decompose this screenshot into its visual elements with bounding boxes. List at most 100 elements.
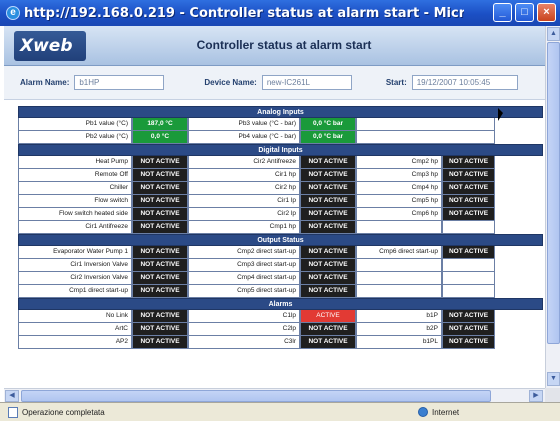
status-label: Flow switch heated side [18,208,132,221]
status-grid: Analog Inputs Pb1 value (°C) 187,0 °C Pb3 v… [18,106,543,349]
status-label: Cmp3 direct start-up [188,259,300,272]
status-value: NOT ACTIVE [442,156,495,169]
status-label: Pb1 value (°C) [18,118,132,131]
status-value: NOT ACTIVE [132,336,188,349]
status-value: NOT ACTIVE [442,182,495,195]
device-name-field[interactable]: new-IC261L [261,75,352,90]
table-row: Evaporator Water Pump 1 NOT ACTIVE Cmp2 di… [18,246,543,259]
status-value: NOT ACTIVE [300,336,356,349]
page-done-icon [8,406,18,418]
table-row: Heat Pump NOT ACTIVE Cir2 Antifreeze NOT AC… [18,156,543,169]
table-row: Flow switch NOT ACTIVE Cir1 lp NOT ACTIVE Cm… [18,195,543,208]
empty-cell [356,118,495,131]
status-label: Cir2 Antifreeze [188,156,300,169]
close-button[interactable]: × [537,3,556,22]
status-value: NOT ACTIVE [132,221,188,234]
status-value: ACTIVE [300,310,356,323]
table-row: Remote Off NOT ACTIVE Cir1 hp NOT ACTIVE Cmp… [18,169,543,182]
xweb-logo: Xweb [14,30,86,61]
empty-cell [356,131,495,144]
status-label: Cmp4 direct start-up [188,272,300,285]
status-value: NOT ACTIVE [132,195,188,208]
status-value: NOT ACTIVE [442,323,495,336]
scroll-up-arrow-icon[interactable]: ▲ [547,27,560,41]
internet-explorer-icon: e [6,6,20,20]
status-label: Cir2 lp [188,208,300,221]
status-value: NOT ACTIVE [442,169,495,182]
status-value: NOT ACTIVE [132,259,188,272]
status-value: NOT ACTIVE [300,246,356,259]
status-value: NOT ACTIVE [442,195,495,208]
horizontal-scrollbar[interactable]: ◀ ▶ [4,388,545,402]
status-label: Cmp2 direct start-up [188,246,300,259]
vertical-scroll-thumb[interactable] [547,42,560,344]
horizontal-scroll-thumb[interactable] [21,390,491,402]
mouse-cursor-icon [498,108,503,121]
status-label: Chiller [18,182,132,195]
empty-cell [356,272,442,285]
status-value: NOT ACTIVE [300,285,356,298]
status-label: b1P [356,310,442,323]
status-label: Cmp5 direct start-up [188,285,300,298]
table-row: Pb2 value (°C) 0,0 °C Pb4 value (°C - bar)… [18,131,543,144]
status-message: Operazione completata [22,407,105,417]
status-bar: Operazione completata Internet [0,402,560,421]
scroll-left-arrow-icon[interactable]: ◀ [5,390,19,402]
status-value: NOT ACTIVE [300,221,356,234]
status-label: Cir1 hp [188,169,300,182]
status-value: NOT ACTIVE [132,272,188,285]
status-value: 0,0 °C [132,131,188,144]
status-label: Evaporator Water Pump 1 [18,246,132,259]
section-header-alarms: Alarms [18,298,543,310]
alarm-name-label: Alarm Name: [20,78,70,87]
status-value: NOT ACTIVE [132,323,188,336]
status-label: Heat Pump [18,156,132,169]
scroll-down-arrow-icon[interactable]: ▼ [547,372,560,386]
status-label: b1PL [356,336,442,349]
minimize-button[interactable]: _ [493,3,512,22]
page-title: Controller status at alarm start [196,38,372,52]
status-label: Cir2 Inversion Valve [18,272,132,285]
status-label: Cmp4 hp [356,182,442,195]
status-value: NOT ACTIVE [300,272,356,285]
status-label: Pb4 value (°C - bar) [188,131,300,144]
status-label: Cmp2 hp [356,156,442,169]
status-label: Cmp5 hp [356,195,442,208]
section-header-digital: Digital Inputs [18,144,543,156]
scroll-right-arrow-icon[interactable]: ▶ [529,390,543,402]
start-label: Start: [385,78,407,87]
status-value: NOT ACTIVE [300,169,356,182]
table-row: Cmp1 direct start-up NOT ACTIVE Cmp5 direc… [18,285,543,298]
window-title: http://192.168.0.219 - Controller status… [24,5,464,21]
status-value: NOT ACTIVE [132,246,188,259]
alarm-name-field[interactable]: b1HP [74,75,165,90]
status-label: C1lp [188,310,300,323]
status-label: ArtC [18,323,132,336]
status-label: Cmp3 hp [356,169,442,182]
status-value: 187,0 °C [132,118,188,131]
empty-cell [356,221,442,234]
status-value: NOT ACTIVE [132,156,188,169]
status-value: NOT ACTIVE [300,156,356,169]
status-value: NOT ACTIVE [300,195,356,208]
status-label: b2P [356,323,442,336]
maximize-button[interactable]: □ [515,3,534,22]
status-value: NOT ACTIVE [442,336,495,349]
security-zone: Internet [418,407,459,417]
empty-cell [356,285,442,298]
status-label: No Link [18,310,132,323]
table-row: Chiller NOT ACTIVE Cir2 hp NOT ACTIVE Cmp4 h… [18,182,543,195]
empty-cell [356,259,442,272]
status-label: Cir1 Inversion Valve [18,259,132,272]
empty-cell [442,221,495,234]
status-label: Cmp1 hp [188,221,300,234]
vertical-scrollbar[interactable]: ▲ ▼ [545,26,560,388]
scrollbar-corner [545,388,560,402]
status-value: NOT ACTIVE [300,259,356,272]
device-name-label: Device Name: [204,78,257,87]
status-label: Cmp1 direct start-up [18,285,132,298]
table-row: Cir1 Inversion Valve NOT ACTIVE Cmp3 direc… [18,259,543,272]
status-value: NOT ACTIVE [132,208,188,221]
start-field[interactable]: 19/12/2007 10:05:45 [411,75,518,90]
status-label: Cir1 Antifreeze [18,221,132,234]
